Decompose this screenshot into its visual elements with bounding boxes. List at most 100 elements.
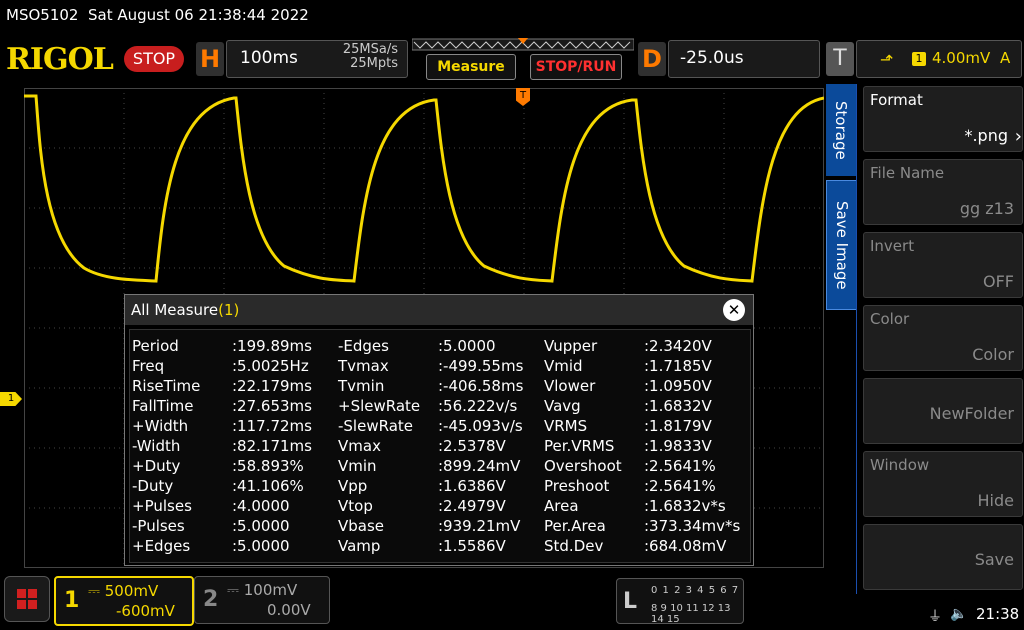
softkey-value: Hide [977, 491, 1014, 510]
softkey-label: Format [870, 91, 923, 109]
measure-row: Per.VRMS:1.9833V [544, 436, 744, 456]
measure-count: (1) [218, 301, 240, 319]
measure-value: :1.9833V [644, 437, 712, 455]
measure-value: :5.0000 [438, 337, 496, 355]
stop-run-button[interactable]: STOP/RUN [530, 54, 622, 80]
all-measure-panel: All Measure(1) ✕ Period:199.89ms Freq :5.0… [124, 294, 754, 566]
measure-name: +Edges [132, 537, 191, 555]
measure-value: :2.5641% [644, 457, 716, 475]
measure-value: :1.5586V [438, 537, 506, 555]
memory-depth: 25Mpts [350, 56, 398, 71]
measure-title-text: All Measure [131, 301, 219, 319]
measure-button[interactable]: Measure [426, 54, 516, 80]
softkey-label: Invert [870, 237, 915, 255]
rigol-logo: RIGOL [6, 42, 114, 77]
chevron-right-icon: › [1014, 126, 1022, 147]
grid-menu-icon [17, 589, 37, 609]
ch1-offset-marker[interactable]: 1 [0, 392, 22, 406]
delay-label[interactable]: D [638, 42, 666, 76]
trigger-mode: A [1000, 49, 1011, 67]
softkey-format[interactable]: Format *.png › [863, 86, 1023, 152]
measure-name: Vmid [544, 357, 583, 375]
measure-value: :1.6386V [438, 477, 506, 495]
measure-name: +Duty [132, 457, 181, 475]
measure-name: Area [544, 497, 579, 515]
measure-column: -Edges:5.0000 Tvmax:-499.55ms Tvmin:-406.5… [338, 336, 538, 556]
softkey-save[interactable]: Save [863, 524, 1023, 590]
softkey-label: Window [870, 456, 930, 474]
horizontal-label[interactable]: H [196, 42, 224, 76]
measure-value: :2.5378V [438, 437, 506, 455]
ch2-settings[interactable]: 2 ⎓ 100mV 0.00V [194, 576, 330, 624]
measure-name: FallTime [132, 397, 194, 415]
softkey-label: File Name [870, 164, 945, 182]
measure-name: Vlower [544, 377, 596, 395]
tab-save-image[interactable]: Save Image [826, 180, 858, 310]
close-icon[interactable]: ✕ [723, 299, 745, 321]
measure-value: :-45.093v/s [438, 417, 523, 435]
softkey-color[interactable]: Color Color [863, 305, 1023, 371]
measure-row: Vmid:1.7185V [544, 356, 744, 376]
measure-name: -Edges [338, 337, 389, 355]
softkey-newfolder[interactable]: NewFolder [863, 378, 1023, 444]
measure-row: +Duty :58.893% [132, 456, 332, 476]
trigger-level: 4.00mV [932, 49, 991, 67]
measure-table: Period:199.89ms Freq:5.0025Hz RiseTime:22.… [129, 329, 751, 563]
measure-row: Freq :5.0025Hz [132, 356, 332, 376]
measure-name: +SlewRate [338, 397, 421, 415]
timebase-value: 100ms [240, 48, 298, 68]
measure-row: Std.Dev:684.08mV [544, 536, 744, 556]
tab-storage[interactable]: Storage [826, 84, 856, 176]
measure-value: :5.0025Hz [232, 357, 309, 375]
measure-name: +Pulses [132, 497, 192, 515]
measure-name: -Duty [132, 477, 174, 495]
ch1-scale: ⎓ 500mV [88, 582, 158, 600]
measure-name: Vtop [338, 497, 373, 515]
measure-name: Vamp [338, 537, 381, 555]
ch1-settings[interactable]: 1 ⎓ 500mV -600mV [54, 576, 194, 626]
measure-name: Std.Dev [544, 537, 604, 555]
measure-name: VRMS [544, 417, 588, 435]
trigger-source-badge: 1 [912, 52, 926, 66]
measure-row: Vtop:2.4979V [338, 496, 538, 516]
measure-name: -Width [132, 437, 181, 455]
measure-name: Vupper [544, 337, 598, 355]
softkey-value: NewFolder [929, 404, 1014, 423]
measure-name: +Width [132, 417, 189, 435]
status-line: MSO5102 Sat August 06 21:38:44 2022 [6, 6, 309, 24]
measure-value: :1.0950V [644, 377, 712, 395]
measure-row: Vpp:1.6386V [338, 476, 538, 496]
measure-name: -SlewRate [338, 417, 413, 435]
measure-value: :5.0000 [232, 537, 290, 555]
measure-row: -Width:82.171ms [132, 436, 332, 456]
softkey-invert[interactable]: Invert OFF [863, 232, 1023, 298]
model-name: MSO5102 [6, 6, 79, 24]
measure-value: :56.222v/s [438, 397, 518, 415]
dc-coupling-icon: ⎓ [88, 582, 100, 600]
run-state-badge[interactable]: STOP [124, 46, 184, 72]
measure-value: :-499.55ms [438, 357, 524, 375]
measure-value: :373.34mv*s [644, 517, 741, 535]
measure-row: Tvmin:-406.58ms [338, 376, 538, 396]
measure-row: VRMS :1.8179V [544, 416, 744, 436]
trigger-label[interactable]: T [826, 42, 854, 76]
measure-value: :41.106% [232, 477, 304, 495]
softkey-file-name[interactable]: File Name gg z13 [863, 159, 1023, 225]
measure-value: :899.24mV [438, 457, 521, 475]
measure-value: :1.8179V [644, 417, 712, 435]
datetime: Sat August 06 21:38:44 2022 [88, 6, 309, 24]
home-button[interactable] [4, 576, 50, 622]
softkey-window[interactable]: Window Hide [863, 451, 1023, 517]
measure-name: Freq [132, 357, 165, 375]
ch1-number: 1 [64, 588, 80, 613]
measure-panel-title: All Measure(1) [131, 301, 239, 319]
measure-column: Vupper:2.3420V Vmid:1.7185V Vlower:1.0950V… [544, 336, 744, 556]
speaker-icon[interactable]: 🔈 [950, 606, 967, 622]
measure-row: +Width:117.72ms [132, 416, 332, 436]
measure-column: Period:199.89ms Freq:5.0025Hz RiseTime:22.… [132, 336, 332, 556]
measure-row: Period:199.89ms [132, 336, 332, 356]
logic-analyzer-settings[interactable]: L 0 1 2 3 4 5 6 7 8 9 10 11 12 13 14 15 [616, 578, 744, 625]
measure-value: :58.893% [232, 457, 304, 475]
measure-row: -Duty :41.106% [132, 476, 332, 496]
measure-row: +SlewRate :56.222v/s [338, 396, 538, 416]
